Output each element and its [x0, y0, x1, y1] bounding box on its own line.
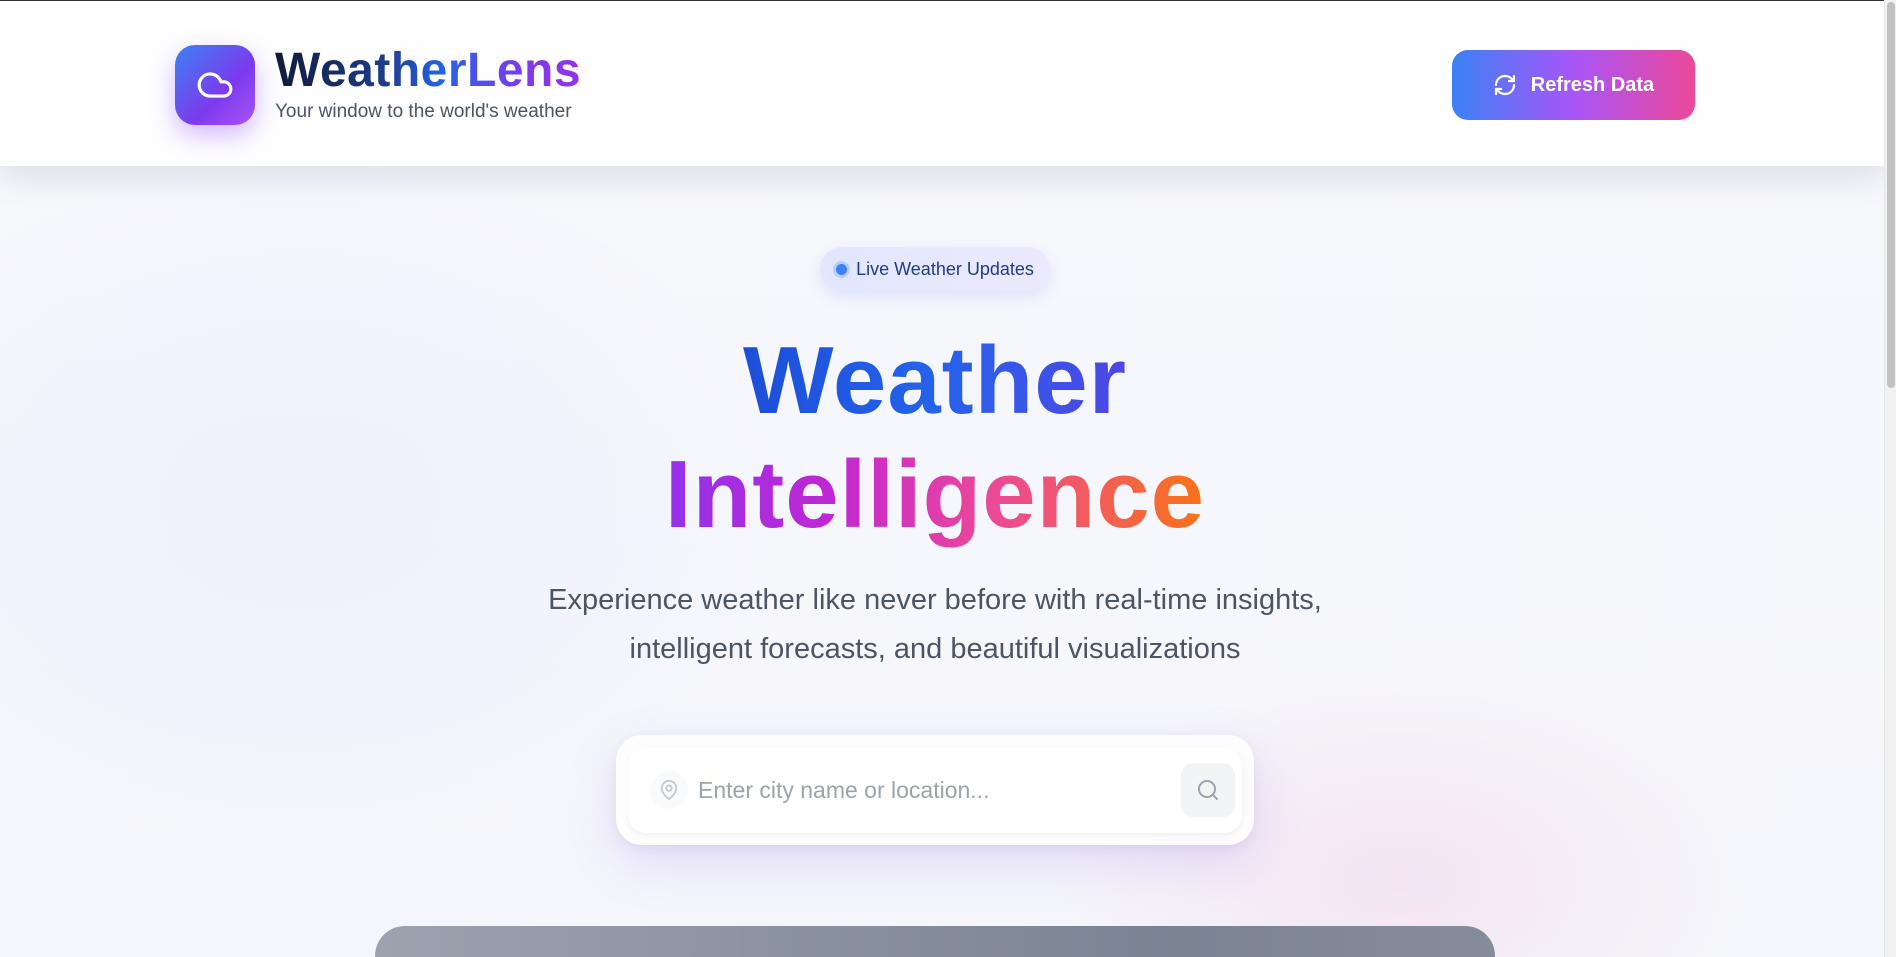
- live-badge-label: Live Weather Updates: [856, 258, 1034, 279]
- live-indicator-dot: [836, 263, 848, 275]
- search-button[interactable]: [1181, 763, 1235, 817]
- top-header: WeatherLens Your window to the world's w…: [0, 0, 1884, 166]
- map-pin-icon: [650, 771, 688, 809]
- scrollbar-thumb[interactable]: [1887, 2, 1895, 388]
- hero-description-line1: Experience weather like never before wit…: [548, 584, 1322, 616]
- cloud-icon: [197, 72, 233, 98]
- refresh-data-button[interactable]: Refresh Data: [1452, 50, 1695, 120]
- hero-description: Experience weather like never before wit…: [0, 576, 1870, 674]
- location-search-input[interactable]: [698, 769, 1148, 811]
- refresh-button-label: Refresh Data: [1530, 73, 1655, 96]
- page-scrollbar[interactable]: [1884, 0, 1896, 957]
- hero-title-line1: Weather: [0, 326, 1870, 436]
- logo[interactable]: [175, 45, 255, 125]
- brand-title: WeatherLens: [275, 44, 582, 97]
- hero-description-line2: intelligent forecasts, and beautiful vis…: [629, 633, 1241, 665]
- hero-title-line2: Intelligence: [0, 440, 1870, 550]
- live-updates-badge: Live Weather Updates: [820, 247, 1050, 291]
- app-viewport: WeatherLens Your window to the world's w…: [0, 0, 1896, 957]
- search-box: [628, 747, 1242, 833]
- brand-subtitle: Your window to the world's weather: [275, 101, 572, 122]
- hero-title-intelligence: Intelligence: [664, 441, 1206, 548]
- hero-title-weather: Weather: [742, 327, 1127, 434]
- search-panel: [616, 735, 1254, 845]
- search-icon: [1198, 780, 1218, 800]
- weather-result-card: [375, 926, 1495, 957]
- refresh-icon: [1494, 74, 1515, 96]
